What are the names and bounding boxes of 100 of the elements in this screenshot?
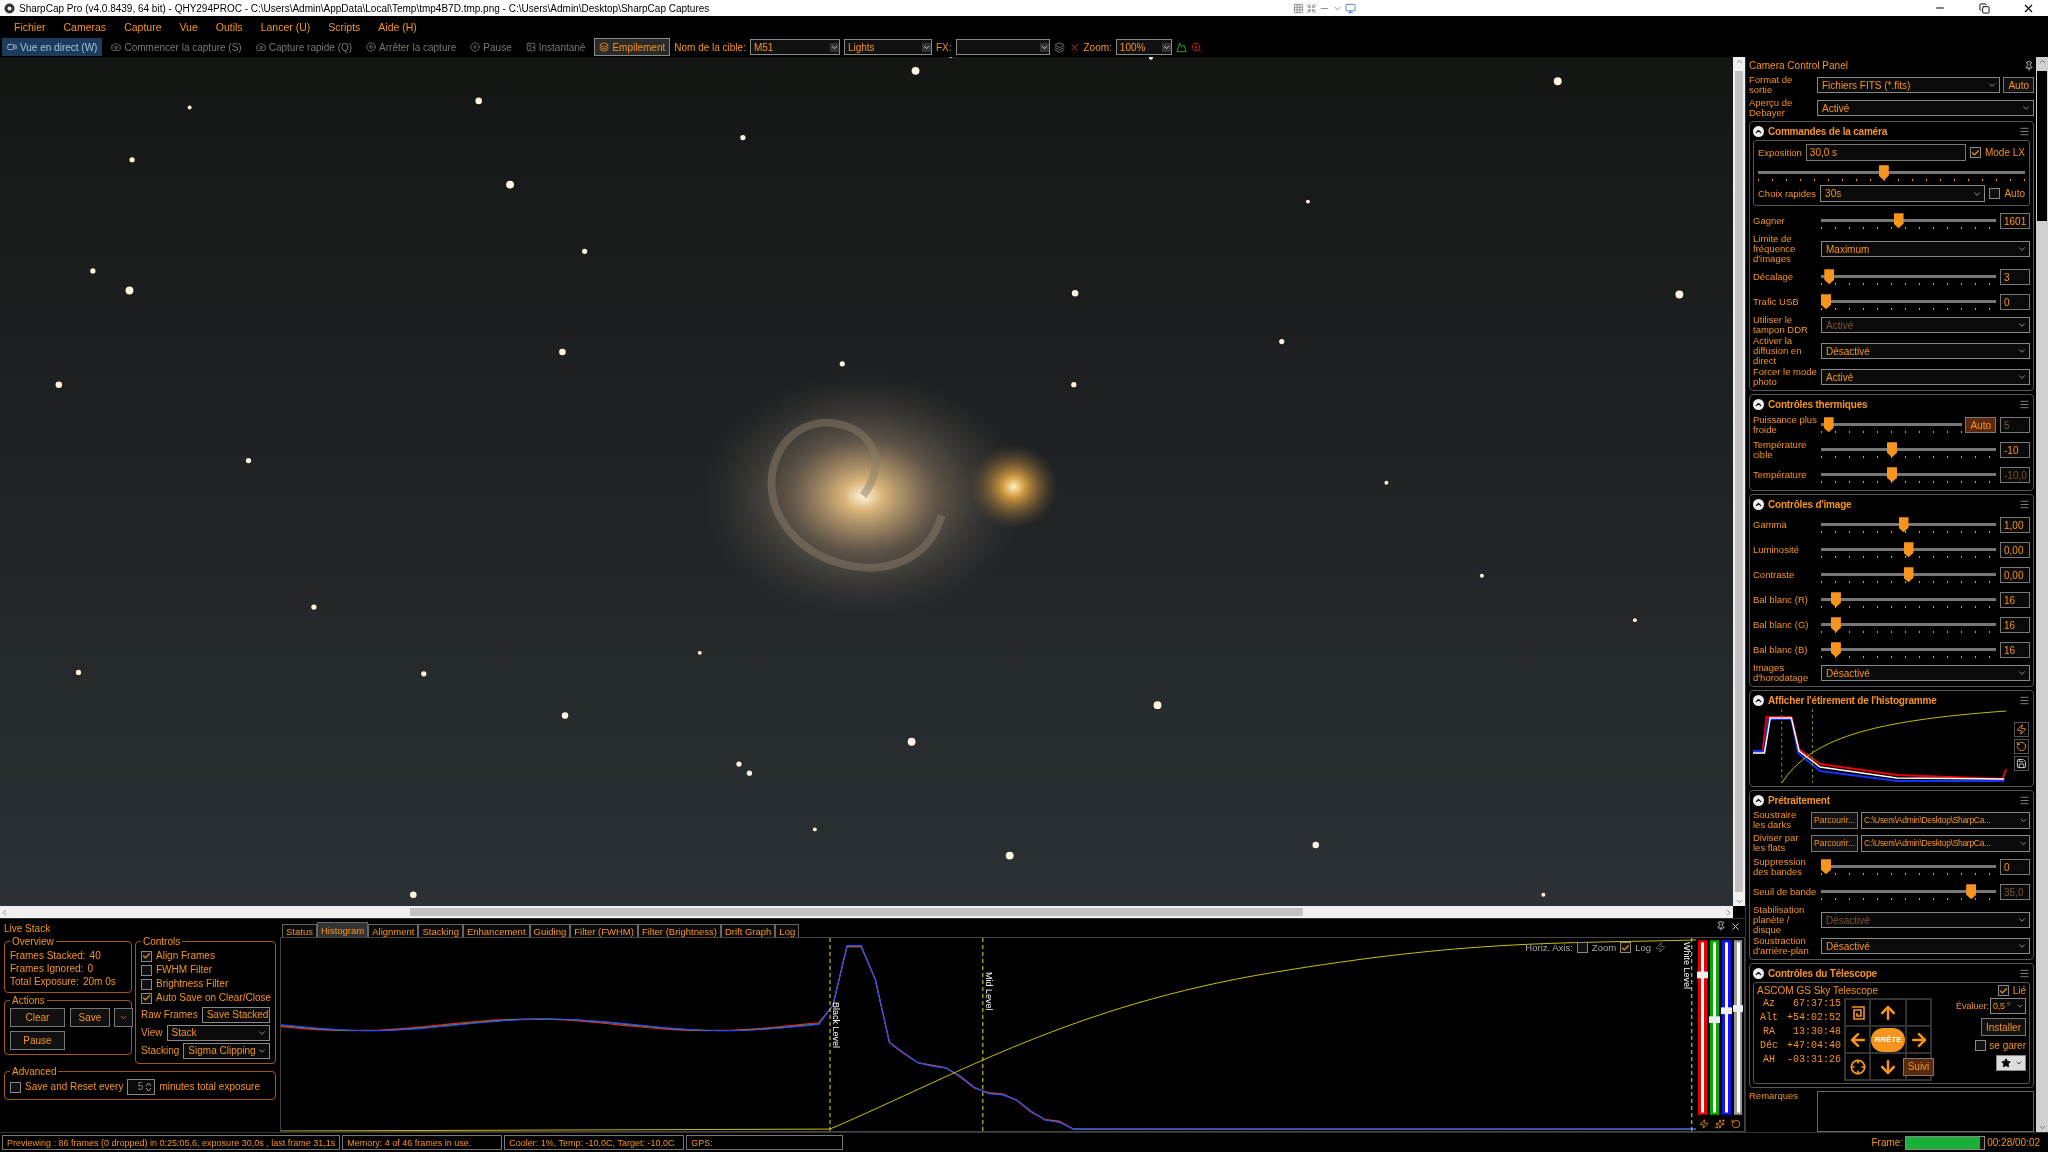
slider-thumb[interactable] <box>1887 442 1897 458</box>
slider-thumb[interactable] <box>1898 517 1909 533</box>
value-field[interactable]: 0,00 <box>2000 567 2030 584</box>
checkbox[interactable] <box>10 1081 21 1093</box>
slider-thumb[interactable] <box>1824 269 1835 285</box>
menu-item[interactable]: Lancer (U) <box>260 20 311 33</box>
menu-item[interactable]: Vue <box>179 20 198 33</box>
menu-item[interactable]: Outils <box>215 20 243 33</box>
slider-thumb[interactable] <box>1830 617 1841 633</box>
coordinate-label: AH <box>1762 1054 1776 1066</box>
dropdown[interactable]: Maximum <box>1821 241 2030 258</box>
collapse-toggle[interactable] <box>1753 398 1764 410</box>
value-field[interactable]: 3 <box>2000 269 2030 286</box>
frame-type-dropdown[interactable]: Lights <box>843 39 932 55</box>
checkbox[interactable] <box>1975 1040 1987 1052</box>
tab[interactable]: Status <box>282 924 317 937</box>
tab[interactable]: Enhancement <box>462 924 530 937</box>
collapse-toggle[interactable] <box>1753 967 1764 979</box>
menu-item[interactable]: Capture <box>124 20 162 33</box>
tab[interactable]: Filter (FWHM) <box>570 924 638 937</box>
tab[interactable]: Stacking <box>418 924 463 937</box>
slider-thumb[interactable] <box>1821 294 1831 310</box>
dropdown[interactable]: Sigma Clipping <box>183 1043 270 1059</box>
field-label: Soustraire les darks <box>1753 810 1798 831</box>
collapse-toggle[interactable] <box>1753 498 1764 510</box>
dropdown[interactable]: Désactivé <box>1821 938 2030 955</box>
target-name-field[interactable]: M51 <box>749 39 840 55</box>
value-field[interactable]: 16 <box>2000 642 2030 659</box>
value-field[interactable]: 1,00 <box>2000 517 2030 534</box>
scroll-thumb[interactable] <box>2037 71 2047 221</box>
zoom-dropdown[interactable]: 100% <box>1115 39 1172 55</box>
file-path-dropdown[interactable]: C:\Users\Admin\Desktop\SharpCa... <box>1861 834 2030 852</box>
checkbox[interactable] <box>1969 147 1981 159</box>
value-field[interactable]: 0 <box>2000 859 2030 876</box>
pause-button[interactable]: Pause <box>10 1031 65 1050</box>
scrollbar[interactable] <box>2036 57 2048 1132</box>
slider-thumb[interactable] <box>1903 567 1914 583</box>
dropdown[interactable]: Activé <box>1821 369 2030 386</box>
browse-button[interactable]: Parcourir... <box>1811 834 1859 852</box>
checkbox[interactable] <box>141 992 152 1004</box>
auto-button[interactable]: Auto <box>2003 77 2034 94</box>
value-field[interactable]: 16 <box>2000 617 2030 634</box>
checkbox[interactable] <box>141 950 152 962</box>
dropdown[interactable]: Désactivé <box>1821 343 2030 360</box>
dropdown[interactable]: Stack <box>166 1025 270 1041</box>
menu-item[interactable]: Aide (H) <box>378 20 417 33</box>
fx-dropdown[interactable] <box>955 39 1050 55</box>
field-label: View <box>141 1026 163 1040</box>
clear-button[interactable]: Clear <box>10 1008 65 1027</box>
spinner-field[interactable]: 5 <box>127 1079 156 1095</box>
menu-item[interactable]: Scripts <box>328 20 361 33</box>
checkbox[interactable] <box>1997 985 2009 997</box>
notes-field[interactable] <box>1817 1091 2034 1132</box>
browse-button[interactable]: Parcourir... <box>1811 811 1859 829</box>
tab[interactable]: Filter (Brightness) <box>637 924 721 937</box>
tracking-button[interactable]: Suivi <box>1902 1057 1935 1076</box>
slider-thumb[interactable] <box>1821 859 1831 875</box>
value-field[interactable]: 16 <box>2000 592 2030 609</box>
slider-thumb[interactable] <box>1878 165 1889 181</box>
checkbox[interactable] <box>141 964 152 976</box>
exposure-field[interactable]: 30,0 s <box>1805 144 1966 162</box>
slider-thumb[interactable] <box>1830 592 1841 608</box>
value-field[interactable]: 0 <box>2000 294 2030 311</box>
tab[interactable]: Log <box>775 924 800 937</box>
dropdown[interactable]: Activé <box>1817 100 2034 117</box>
slider-thumb[interactable] <box>1903 542 1914 558</box>
tab[interactable]: Histogram <box>316 922 369 937</box>
menu-item[interactable]: Fichier <box>14 20 46 33</box>
toolbar-button[interactable]: Vue en direct (W) <box>2 38 103 56</box>
rate-dropdown[interactable]: 0,5 ° <box>1990 998 2026 1015</box>
scroll-thumb[interactable] <box>410 908 1303 916</box>
dropdown[interactable]: 30s <box>1820 185 1986 203</box>
scrollbar[interactable] <box>1733 57 1745 906</box>
dropdown[interactable]: Désactivé <box>1821 665 2030 682</box>
value-field[interactable]: 0,00 <box>2000 542 2030 559</box>
install-button[interactable]: Installer <box>1981 1018 2026 1037</box>
checkbox[interactable] <box>1576 942 1588 953</box>
value-field[interactable]: -10 <box>2000 442 2030 459</box>
checkbox[interactable] <box>1620 942 1632 953</box>
checkbox[interactable] <box>1989 188 2001 200</box>
slider-thumb[interactable] <box>1893 213 1904 229</box>
save-button[interactable]: Save <box>70 1008 110 1027</box>
tab[interactable]: Guiding <box>529 924 571 937</box>
dropdown[interactable]: Fichiers FITS (*.fits) <box>1817 77 2001 94</box>
value-field[interactable]: 1601 <box>2000 213 2030 230</box>
slider-thumb[interactable] <box>1830 642 1841 658</box>
star-dropdown[interactable] <box>1996 1055 2026 1072</box>
toolbar-button[interactable]: Empilement <box>594 38 671 56</box>
scrollbar[interactable] <box>0 906 1733 918</box>
tab[interactable]: Alignment <box>368 924 419 937</box>
tab[interactable]: Drift Graph <box>720 924 776 937</box>
collapse-toggle[interactable] <box>1753 694 1764 706</box>
menu-item[interactable]: Cameras <box>63 20 107 33</box>
save-menu-button[interactable] <box>114 1008 133 1027</box>
scroll-thumb[interactable] <box>1735 71 1743 892</box>
file-path-dropdown[interactable]: C:\Users\Admin\Desktop\SharpCa... <box>1861 811 2030 829</box>
collapse-toggle[interactable] <box>1753 794 1764 806</box>
checkbox[interactable] <box>141 978 152 990</box>
dropdown[interactable]: Save Stacked <box>201 1007 270 1023</box>
collapse-toggle[interactable] <box>1753 125 1764 137</box>
